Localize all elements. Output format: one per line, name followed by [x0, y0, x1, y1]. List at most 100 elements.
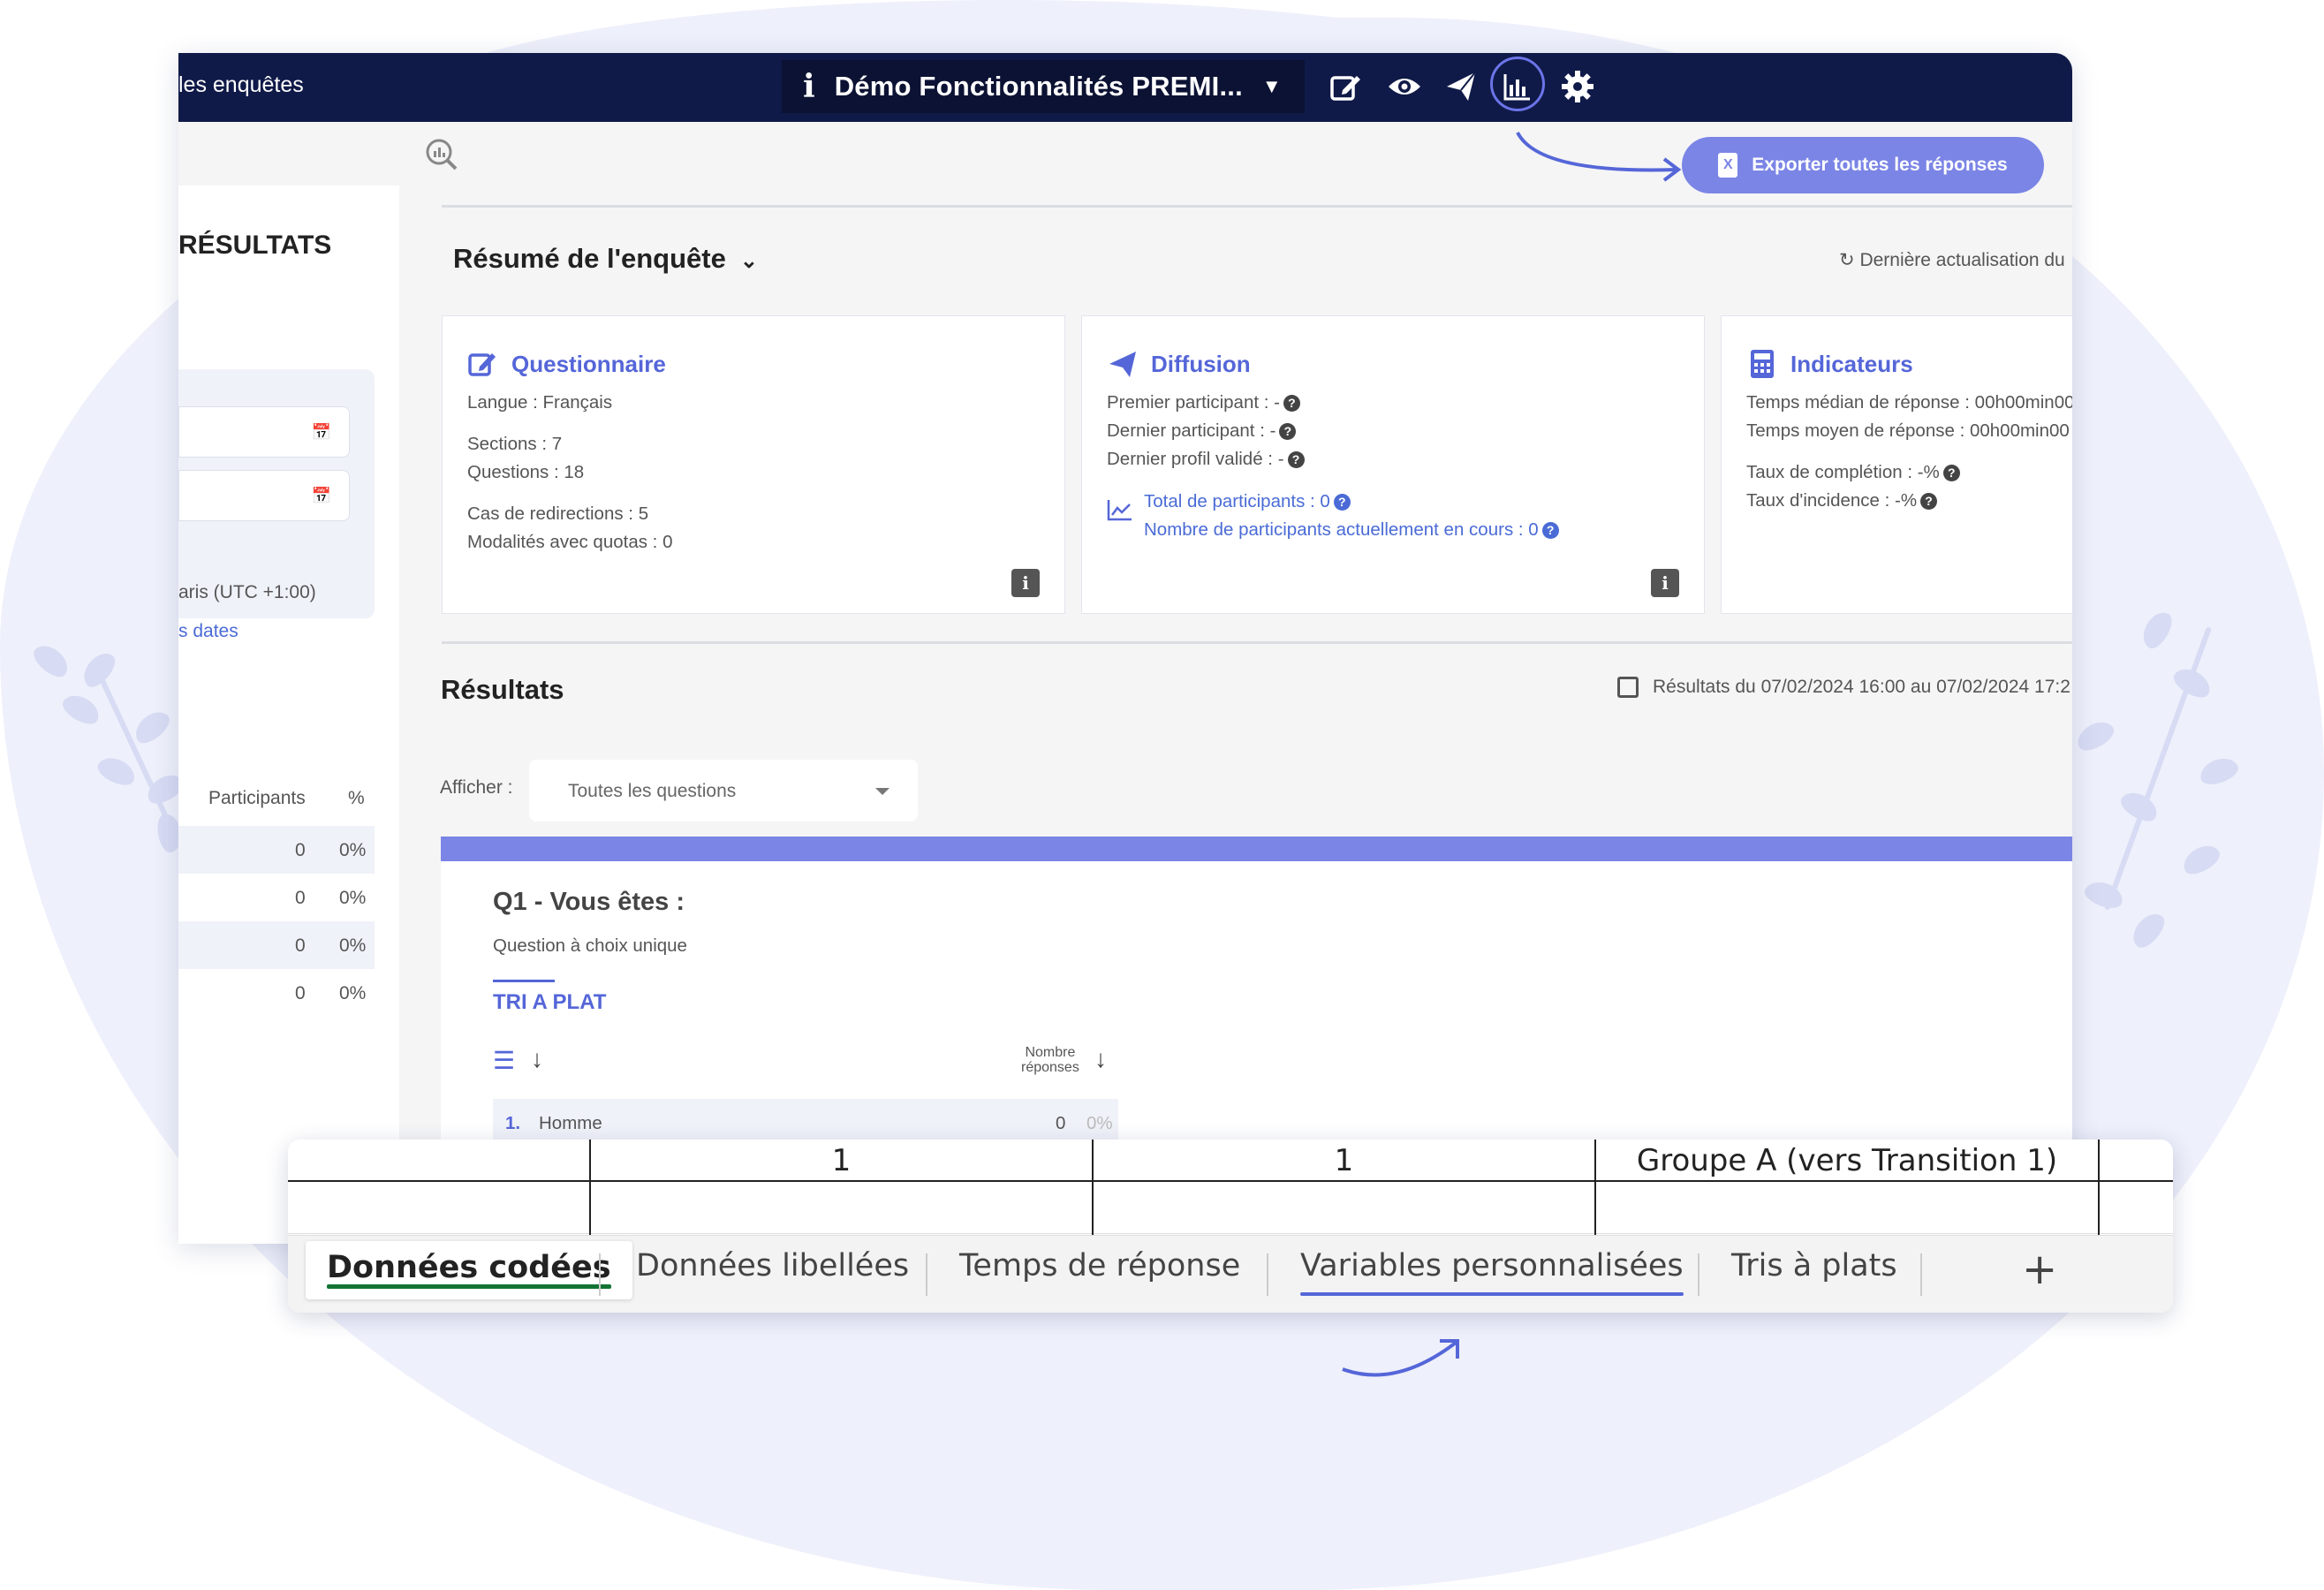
info-icon[interactable]: i [803, 68, 815, 105]
ordered-list-icon[interactable]: ☰ [493, 1046, 515, 1075]
sheet-tab-variables-personnalisees[interactable]: Variables personnalisées [1300, 1248, 1684, 1296]
trend-chart-icon [1107, 500, 1132, 521]
table-row: 0 0% [178, 969, 375, 1017]
last-update[interactable]: ↻ Dernière actualisation du [1839, 249, 2065, 271]
caret-down-icon [875, 788, 889, 795]
grid-line [288, 1233, 2173, 1234]
chevron-down-icon[interactable]: ▼ [1262, 75, 1282, 98]
gear-icon[interactable] [1560, 69, 1599, 108]
questionnaire-card-title: Questionnaire [467, 348, 666, 380]
eye-icon[interactable] [1387, 69, 1426, 108]
percent-value: 0% [339, 983, 367, 1003]
help-icon[interactable]: ? [1541, 522, 1559, 540]
percent-value: 0% [339, 935, 367, 956]
quotas-value: Modalités avec quotas : 0 [467, 532, 673, 552]
summary-toggle[interactable]: Résumé de l'enquête ⌄ [453, 243, 758, 275]
zoom-icon[interactable] [424, 137, 459, 172]
total-participants-text: Total de participants : 0 [1144, 491, 1330, 511]
participants-count: 0 [295, 935, 306, 956]
first-participant: Premier participant : -? [1107, 392, 1300, 413]
chevron-down-icon: ⌄ [739, 249, 758, 273]
help-icon[interactable]: ? [1279, 423, 1297, 441]
sheet-tab-label: Données codées [327, 1250, 611, 1285]
active-tab-underline [327, 1284, 611, 1289]
question-title: Q1 - Vous êtes : [493, 888, 685, 916]
divider [442, 205, 2072, 208]
select-value: Toutes les questions [568, 781, 737, 801]
info-icon[interactable]: i [1011, 569, 1040, 597]
start-date-input[interactable]: 📅 [178, 406, 350, 458]
mean-time: Temps moyen de réponse : 00h00min00 [1746, 420, 2070, 441]
answer-count: 0 [1056, 1113, 1066, 1133]
active-tab-indicator [493, 980, 555, 982]
export-all-responses-button[interactable]: X Exporter toutes les réponses [1682, 137, 2044, 193]
survey-selector[interactable]: i Démo Fonctionnalités PREMI... ▼ [782, 60, 1305, 113]
date-filter-panel: 📅 📅 [178, 369, 375, 618]
info-icon[interactable]: i [1651, 569, 1679, 597]
spreadsheet-cell[interactable]: 1 [1094, 1140, 1594, 1182]
tab-separator [1920, 1253, 1922, 1296]
annotation-arrow-icon [1516, 132, 1682, 182]
in-progress-participants[interactable]: Nombre de participants actuellement en c… [1144, 519, 1559, 541]
response-count-header: Nombre réponses [1021, 1045, 1079, 1075]
results-date-range: Résultats du 07/02/2024 16:00 au 07/02/2… [1617, 677, 2070, 698]
edit-icon [468, 353, 496, 376]
help-icon[interactable]: ? [1942, 465, 1960, 482]
col-header-line1: Nombre [1025, 1045, 1076, 1060]
indicators-card-title: Indicateurs [1746, 348, 1913, 380]
completion-rate: Taux de complétion : -%? [1746, 462, 1960, 483]
diffusion-card: Diffusion Premier participant : -? Derni… [1081, 315, 1705, 614]
spreadsheet-cell[interactable]: Groupe A (vers Transition 1) [1596, 1140, 2098, 1182]
last-valid-text: Dernier profil validé : - [1107, 449, 1284, 469]
last-valid-profile: Dernier profil validé : -? [1107, 449, 1305, 470]
answer-label: Homme [539, 1113, 602, 1133]
sidebar: RÉSULTATS 📅 📅 aris (UTC +1:00) s dates P… [178, 186, 399, 1244]
calendar-icon[interactable]: 📅 [312, 423, 331, 442]
end-date-input[interactable]: 📅 [178, 470, 350, 521]
top-navigation-bar: les enquêtes i Démo Fonctionnalités PREM… [178, 53, 2072, 122]
tab-tri-a-plat[interactable]: TRI A PLAT [493, 990, 606, 1015]
help-icon[interactable]: ? [1333, 494, 1351, 511]
participants-count: 0 [295, 888, 306, 908]
answer-row: 1. Homme 0 0% [493, 1099, 1118, 1143]
clear-dates-link[interactable]: s dates [178, 621, 238, 642]
calculator-icon [1751, 350, 1774, 378]
highlight-underline [1300, 1292, 1684, 1296]
edit-icon[interactable] [1329, 69, 1367, 108]
chart-icon[interactable] [1500, 69, 1539, 108]
timezone-label: aris (UTC +1:00) [178, 582, 316, 602]
answer-percent: 0% [1086, 1113, 1113, 1133]
results-title: Résultats [441, 674, 564, 705]
spreadsheet-preview: 1 1 Groupe A (vers Transition 1) Données… [288, 1140, 2173, 1313]
question-filter-select[interactable]: Toutes les questions [529, 760, 918, 822]
indicators-card: Indicateurs Temps médian de réponse : 00… [1721, 315, 2072, 614]
answer-index: 1. [505, 1113, 521, 1133]
sort-arrow-down-icon[interactable]: ↓ [1094, 1045, 1107, 1073]
question-type: Question à choix unique [493, 935, 687, 956]
sheet-tab-tris-a-plats[interactable]: Tris à plats [1731, 1248, 1897, 1283]
last-participant: Dernier participant : -? [1107, 420, 1297, 442]
table-row: 0 0% [178, 874, 375, 921]
add-sheet-button[interactable]: + [2022, 1245, 2057, 1294]
sheet-tab-temps-de-reponse[interactable]: Temps de réponse [959, 1248, 1240, 1283]
back-to-surveys-link[interactable]: les enquêtes [178, 72, 304, 98]
sort-arrow-down-icon[interactable]: ↓ [531, 1045, 543, 1073]
percent-value: 0% [339, 840, 367, 860]
sheet-tab-donnees-libellees[interactable]: Données libellées [636, 1248, 909, 1283]
help-icon[interactable]: ? [1283, 395, 1300, 413]
afficher-label: Afficher : [440, 777, 513, 798]
help-icon[interactable]: ? [1920, 493, 1938, 511]
spreadsheet-cell[interactable]: 1 [591, 1140, 1092, 1182]
tab-separator [1698, 1253, 1699, 1296]
question-header-bar [441, 837, 2072, 861]
participants-count: 0 [295, 840, 306, 860]
send-icon[interactable] [1443, 69, 1482, 108]
help-icon[interactable]: ? [1287, 451, 1305, 469]
sheet-tab-donnees-codees[interactable]: Données codées [306, 1241, 632, 1299]
spreadsheet-grid: 1 1 Groupe A (vers Transition 1) [288, 1140, 2173, 1235]
calendar-icon[interactable]: 📅 [312, 487, 331, 505]
results-range-text: Résultats du 07/02/2024 16:00 au 07/02/2… [1653, 677, 2070, 697]
total-participants[interactable]: Total de participants : 0? [1144, 491, 1351, 512]
incidence-text: Taux d'incidence : -% [1746, 490, 1918, 511]
table-row: 0 0% [178, 921, 375, 969]
